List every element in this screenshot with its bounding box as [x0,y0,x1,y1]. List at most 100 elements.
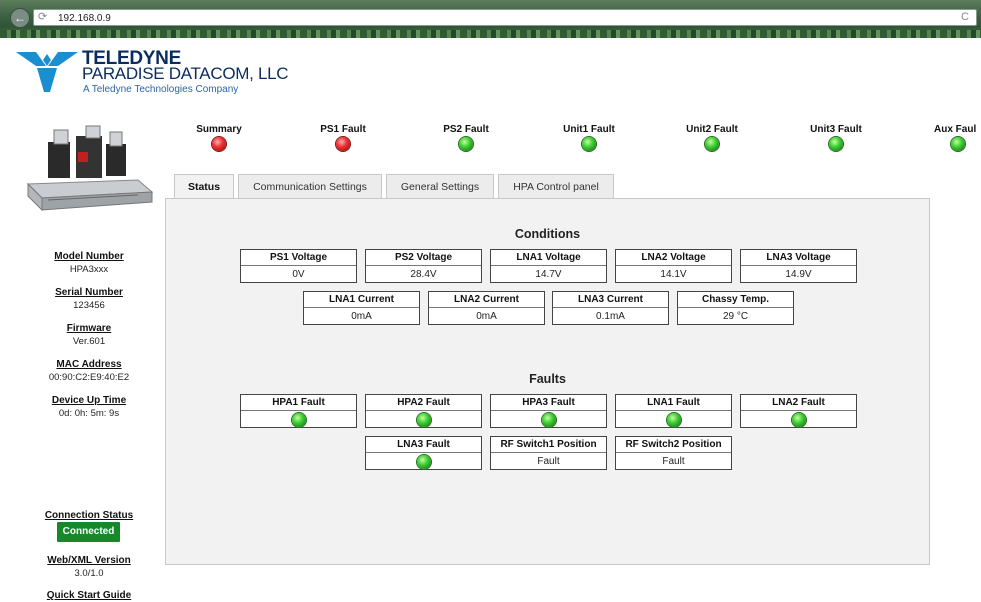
lna2-voltage-cell: LNA2 Voltage 14.1V [615,249,732,283]
cell-value: 29 °C [722,311,749,322]
indicator-label: Unit1 Fault [563,124,615,135]
teledyne-logo-icon [16,50,78,97]
ps2-voltage-cell: PS2 Voltage 28.4V [365,249,482,283]
firmware-value: Ver.601 [72,336,106,347]
tab-general-settings[interactable]: General Settings [386,174,494,198]
status-led-green-icon [416,413,431,427]
address-bar[interactable]: 192.168.0.9 [33,9,977,26]
back-arrow-icon[interactable]: ← [10,8,30,28]
cell-label: HPA1 Fault [241,395,356,411]
status-led-green-icon [416,455,431,469]
cell-label: LNA3 Fault [366,437,481,453]
cell-label: LNA2 Fault [741,395,856,411]
quick-start-guide-link[interactable]: Quick Start Guide [14,590,164,601]
tab-communication-settings[interactable]: Communication Settings [238,174,382,198]
cell-label: RF Switch2 Position [616,437,731,453]
status-led-green-icon [582,137,596,151]
cell-label: Chassy Temp. [678,292,793,308]
lna1-fault-cell: LNA1 Fault [615,394,732,428]
device-image [18,122,154,214]
lna1-voltage-cell: LNA1 Voltage 14.7V [490,249,607,283]
indicator-label: Unit3 Fault [810,124,862,135]
firmware-label: Firmware [66,323,112,334]
indicator-unit2-fault: Unit2 Fault [657,124,767,156]
indicator-label: PS2 Fault [443,124,489,135]
cell-label: LNA3 Current [553,292,668,308]
hpa2-fault-cell: HPA2 Fault [365,394,482,428]
status-led-green-icon [291,413,306,427]
serial-number-value: 123456 [73,300,105,311]
lna2-current-cell: LNA2 Current 0mA [428,291,545,325]
cell-value: Fault [662,456,685,467]
lna1-current-cell: LNA1 Current 0mA [303,291,420,325]
logo-company-subtitle: PARADISE DATACOM, LLC [82,64,289,83]
model-number-label: Model Number [54,251,124,262]
tab-status[interactable]: Status [174,174,234,199]
cell-value: 0mA [351,311,372,322]
connection-status-badge: Connected [57,522,120,542]
chassy-temp-cell: Chassy Temp. 29 °C [677,291,794,325]
indicator-unit3-fault: Unit3 Fault [781,124,891,156]
conditions-title: Conditions [514,227,581,241]
status-led-red-icon [212,137,226,151]
web-xml-version-value: 3.0/1.0 [74,568,104,579]
indicator-label: PS1 Fault [320,124,366,135]
page-icon: ⟳ [38,11,48,23]
lna3-fault-cell: LNA3 Fault [365,436,482,470]
rf-switch1-position-cell: RF Switch1 Position Fault [490,436,607,470]
status-led-green-icon [951,137,965,151]
status-led-green-icon [459,137,473,151]
connection-status-label: Connection Status [44,510,134,521]
indicator-ps2-fault: PS2 Fault [411,124,521,156]
hpa3-fault-cell: HPA3 Fault [490,394,607,428]
status-led-green-icon [829,137,843,151]
cell-value: 0mA [476,311,497,322]
cell-value: 14.1V [660,269,687,280]
cell-label: LNA3 Voltage [741,250,856,266]
hpa1-fault-cell: HPA1 Fault [240,394,357,428]
status-led-green-icon [541,413,556,427]
reload-icon[interactable]: C [961,9,969,26]
mac-address-label: MAC Address [56,359,122,370]
rf-switch2-position-cell: RF Switch2 Position Fault [615,436,732,470]
cell-label: PS2 Voltage [366,250,481,266]
indicator-summary: Summary [164,124,274,156]
status-led-green-icon [791,413,806,427]
cell-value: 28.4V [410,269,437,280]
logo-tagline: A Teledyne Technologies Company [83,84,239,95]
cell-label: LNA1 Current [304,292,419,308]
tab-hpa-control-panel[interactable]: HPA Control panel [498,174,614,198]
cell-value: Fault [537,456,560,467]
mac-address-value: 00:90:C2:E9:40:E2 [48,372,130,383]
status-led-green-icon [705,137,719,151]
status-led-red-icon [336,137,350,151]
indicator-unit1-fault: Unit1 Fault [534,124,644,156]
device-uptime-label: Device Up Time [51,395,127,406]
lna3-current-cell: LNA3 Current 0.1mA [552,291,669,325]
serial-number-label: Serial Number [55,287,123,298]
device-uptime-value: 0d: 0h: 5m: 9s [58,408,120,419]
cell-value: 0.1mA [596,311,625,322]
indicator-label: Aux Faul [934,124,977,135]
cell-value: 14.7V [535,269,562,280]
cell-label: HPA2 Fault [366,395,481,411]
indicator-label: Unit2 Fault [686,124,738,135]
cell-label: RF Switch1 Position [491,437,606,453]
status-led-green-icon [666,413,681,427]
indicator-aux-fault: Aux Faul [930,124,981,156]
cell-value: 14.9V [785,269,812,280]
faults-title: Faults [529,372,566,386]
cell-label: PS1 Voltage [241,250,356,266]
model-number-value: HPA3xxx [69,264,109,275]
ps1-voltage-cell: PS1 Voltage 0V [240,249,357,283]
cell-label: LNA1 Voltage [491,250,606,266]
cell-label: LNA2 Current [429,292,544,308]
cell-label: LNA1 Fault [616,395,731,411]
indicator-label: Summary [196,124,242,135]
cell-label: LNA2 Voltage [616,250,731,266]
lna2-fault-cell: LNA2 Fault [740,394,857,428]
indicator-ps1-fault: PS1 Fault [288,124,398,156]
lna3-voltage-cell: LNA3 Voltage 14.9V [740,249,857,283]
cell-label: HPA3 Fault [491,395,606,411]
web-xml-version-label: Web/XML Version [47,555,131,566]
